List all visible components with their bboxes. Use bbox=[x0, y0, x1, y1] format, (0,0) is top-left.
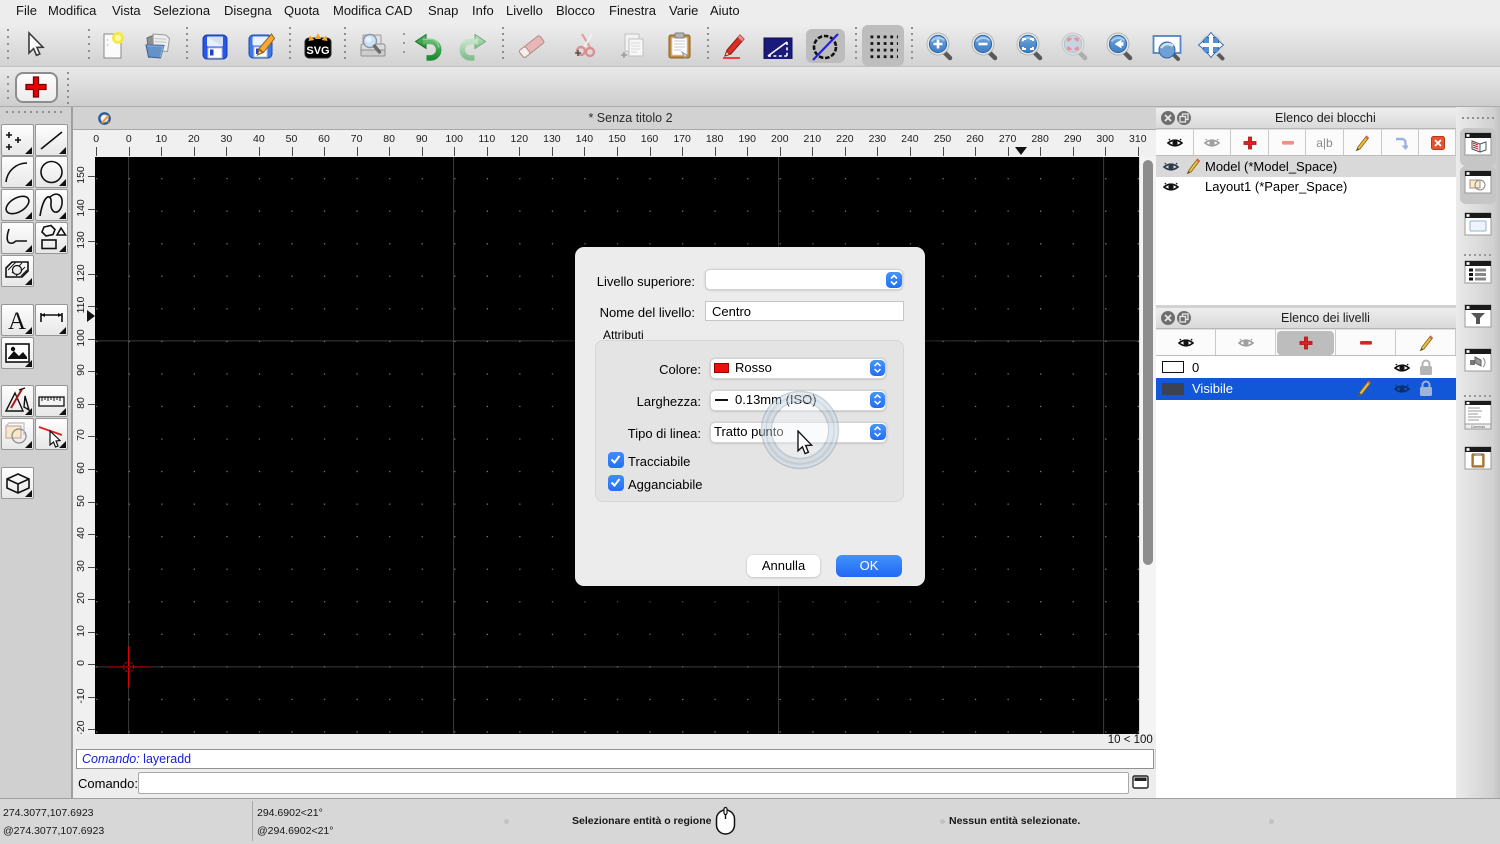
svg-text:Comman: Comman bbox=[1471, 425, 1485, 429]
svg-text:SVG: SVG bbox=[306, 45, 329, 57]
svg-text:A: A bbox=[8, 308, 26, 335]
